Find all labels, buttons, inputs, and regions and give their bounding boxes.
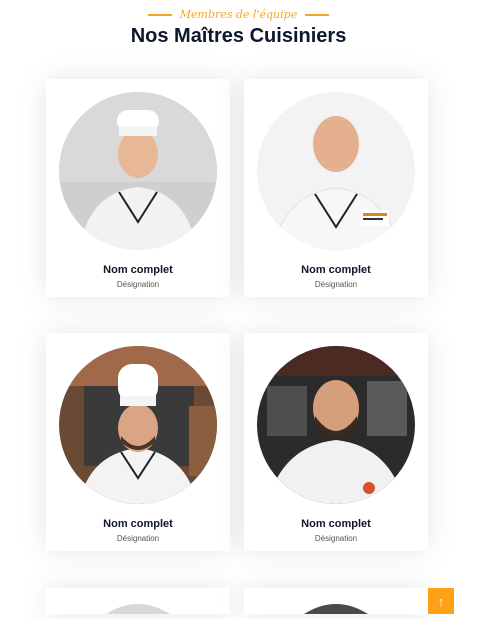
team-card[interactable] (46, 588, 230, 614)
chef-name: Nom complet (103, 264, 173, 276)
eyebrow-text: Membres de l'équipe (179, 8, 298, 21)
section-eyebrow: Membres de l'équipe (0, 8, 477, 21)
chef-name: Nom complet (301, 518, 371, 530)
team-card[interactable]: Nom complet Désignation (244, 333, 428, 551)
chef-photo (257, 346, 415, 504)
arrow-up-icon: ↑ (437, 593, 445, 609)
chef-photo (304, 604, 368, 614)
chef-designation: Désignation (314, 280, 358, 289)
team-card[interactable]: Nom complet Désignation (46, 79, 230, 297)
team-card[interactable]: Nom complet Désignation (46, 333, 230, 551)
section-header: Membres de l'équipe Nos Maîtres Cuisinie… (0, 8, 477, 48)
team-card[interactable]: Nom complet Désignation (244, 79, 428, 297)
chef-photo (59, 92, 217, 250)
chef-photo (257, 92, 415, 250)
back-to-top-button[interactable]: ↑ (428, 588, 454, 614)
team-card[interactable] (244, 588, 428, 614)
chef-designation: Désignation (116, 534, 160, 543)
section-title: Nos Maîtres Cuisiniers (130, 25, 347, 47)
chef-designation: Désignation (116, 280, 160, 289)
eyebrow-line-right (305, 13, 330, 16)
chef-name: Nom complet (301, 264, 371, 276)
chef-designation: Désignation (314, 534, 358, 543)
chef-photo (59, 346, 217, 504)
chef-photo (106, 604, 170, 614)
eyebrow-line-left (147, 13, 172, 16)
chef-name: Nom complet (103, 518, 173, 530)
